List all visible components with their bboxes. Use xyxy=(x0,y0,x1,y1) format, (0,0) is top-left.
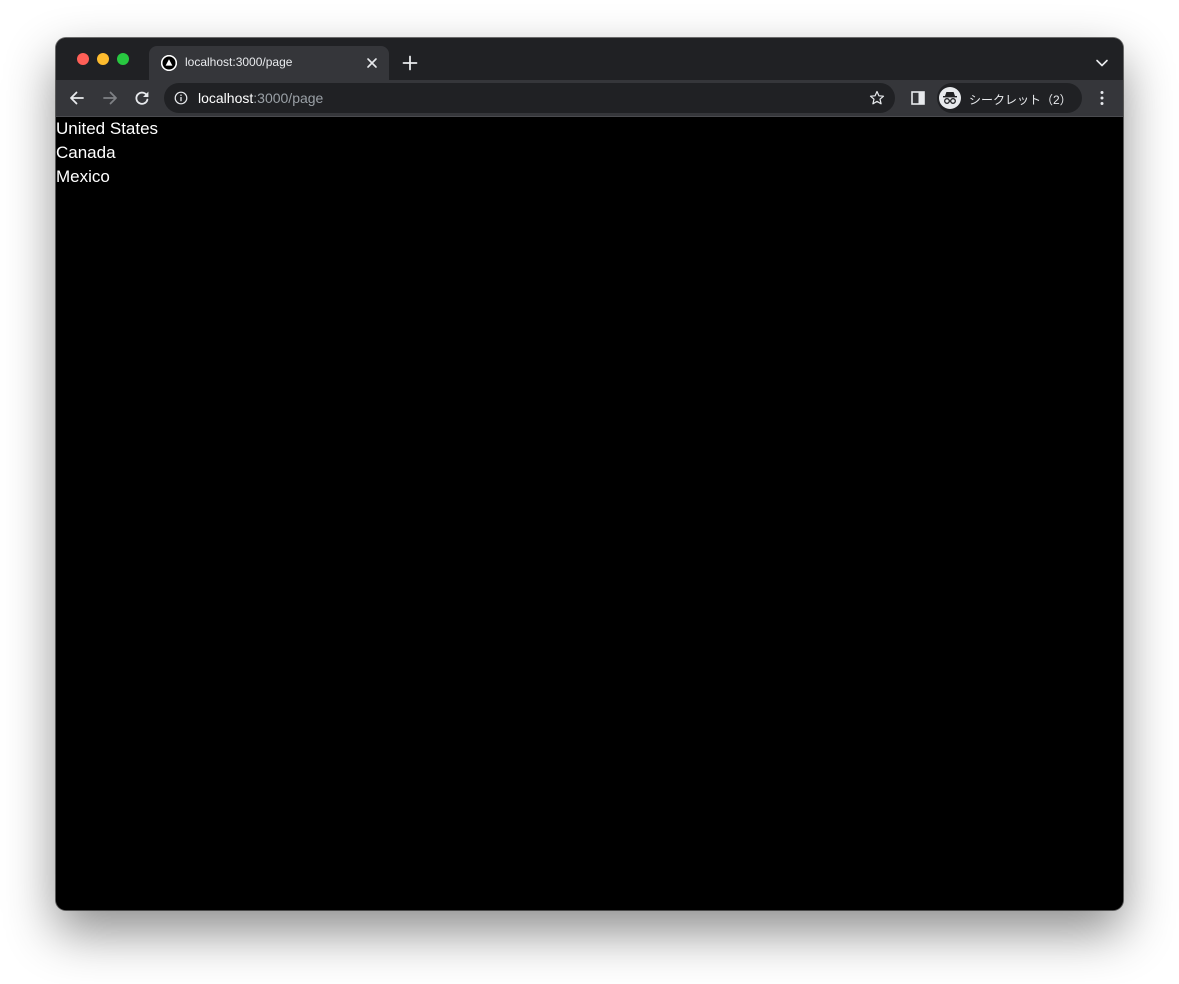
side-panel-icon[interactable] xyxy=(911,91,925,105)
star-icon[interactable] xyxy=(869,90,885,106)
reload-icon[interactable] xyxy=(132,88,152,108)
window-minimize-button[interactable] xyxy=(97,53,109,65)
incognito-icon xyxy=(939,87,961,109)
profile-label: シークレット（2） xyxy=(969,93,1072,107)
incognito-profile-button[interactable]: シークレット（2） xyxy=(937,83,1082,113)
country-item-canada: Canada xyxy=(56,143,116,162)
browser-window: localhost:3000/page localhost:3000/page … xyxy=(56,38,1123,910)
url-text: localhost:3000/page xyxy=(198,90,323,106)
arrow-left-icon[interactable] xyxy=(67,88,87,108)
close-icon[interactable] xyxy=(363,54,381,72)
browser-toolbar: localhost:3000/page シークレット（2） xyxy=(56,80,1123,117)
tab-active[interactable]: localhost:3000/page xyxy=(149,46,389,80)
chevron-down-icon[interactable] xyxy=(1095,55,1109,67)
country-item-mexico: Mexico xyxy=(56,167,110,186)
more-vert-icon[interactable] xyxy=(1095,90,1109,106)
address-bar[interactable]: localhost:3000/page xyxy=(164,83,895,113)
info-icon[interactable] xyxy=(174,91,188,105)
plus-icon xyxy=(402,55,418,71)
window-maximize-button[interactable] xyxy=(117,53,129,65)
new-tab-button[interactable] xyxy=(400,53,420,73)
tab-title: localhost:3000/page xyxy=(185,55,293,69)
arrow-right-icon[interactable] xyxy=(100,88,120,108)
page-content: United States Canada Mexico xyxy=(56,117,1123,910)
window-close-button[interactable] xyxy=(77,53,89,65)
tab-strip: localhost:3000/page xyxy=(56,38,1123,80)
url-host: localhost xyxy=(198,90,254,106)
url-path: :3000/page xyxy=(253,90,324,106)
country-item-united-states: United States xyxy=(56,119,159,138)
nextjs-triangle-icon xyxy=(161,55,177,71)
